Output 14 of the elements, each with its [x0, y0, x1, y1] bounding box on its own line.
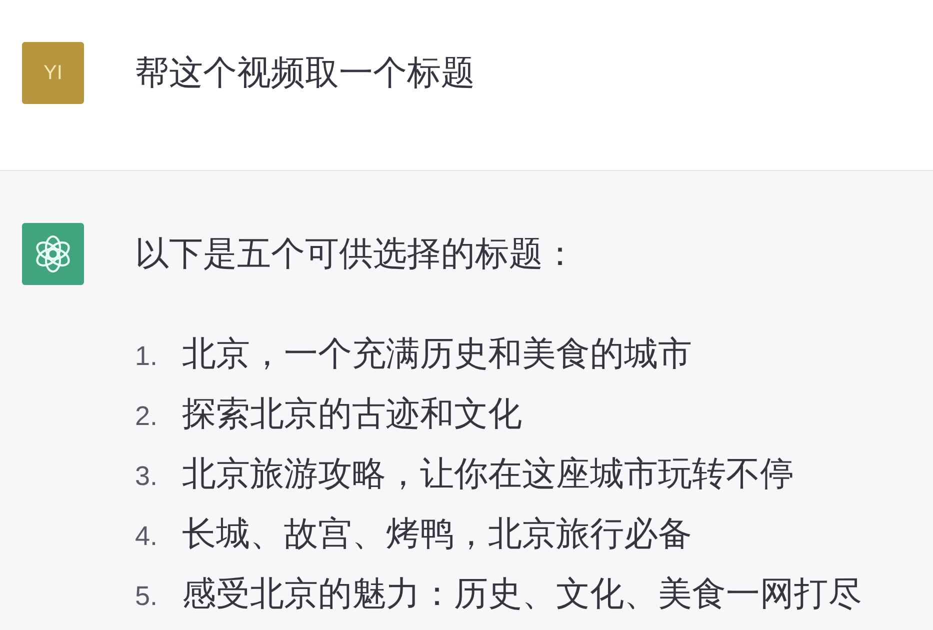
list-number: 4. [135, 520, 159, 553]
message-text: 以下是五个可供选择的标题： [135, 233, 577, 276]
list-number: 1. [135, 340, 159, 373]
list-number: 3. [135, 460, 159, 493]
list-item-text: 北京，一个充满历史和美食的城市 [182, 333, 692, 376]
message-text: 帮这个视频取一个标题 [135, 52, 475, 95]
rosette-logo-icon [22, 223, 84, 285]
list-number: 2. [135, 400, 159, 433]
list-item-text: 长城、故宫、烤鸭，北京旅行必备 [182, 513, 692, 556]
list-item-text: 感受北京的魅力：历史、文化、美食一网打尽 [182, 573, 862, 616]
user-avatar: YI [22, 42, 84, 104]
list-number: 5. [135, 580, 159, 613]
list-item-text: 探索北京的古迹和文化 [182, 393, 522, 436]
list-item-text: 北京旅游攻略，让你在这座城市玩转不停 [182, 453, 794, 496]
